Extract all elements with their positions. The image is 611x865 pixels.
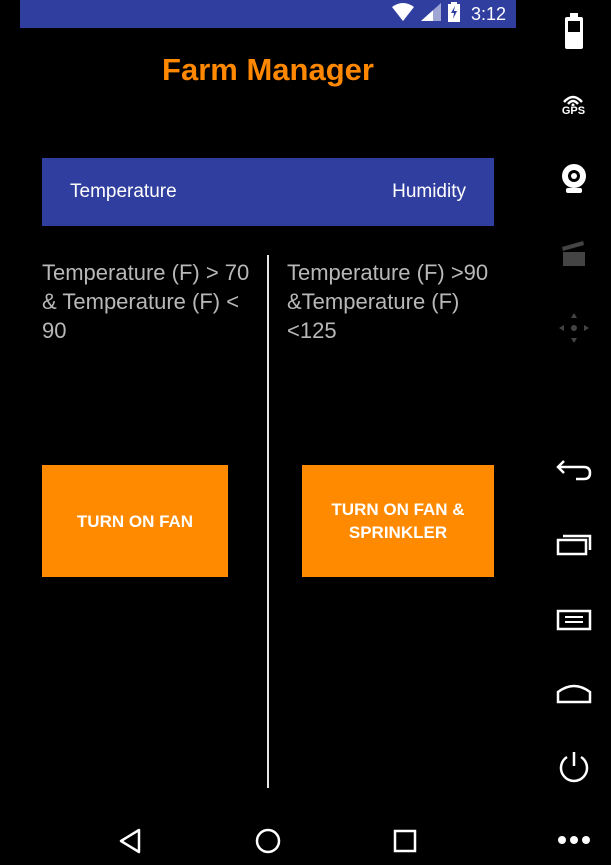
tab-temperature[interactable]: Temperature: [70, 158, 177, 226]
dpad-icon[interactable]: [536, 303, 611, 353]
turn-on-fan-sprinkler-label: TURN ON FAN & SPRINKLER: [331, 500, 465, 542]
tab-header: Temperature Humidity: [42, 158, 494, 226]
status-icons: 3:12: [391, 0, 506, 28]
nav-recents-icon[interactable]: [385, 818, 425, 863]
gps-label: GPS: [561, 104, 586, 117]
column-divider: [267, 255, 269, 788]
gps-icon[interactable]: GPS: [536, 80, 611, 130]
recents-icon[interactable]: [536, 519, 611, 569]
navigation-bar: [0, 818, 530, 863]
turn-on-fan-label: TURN ON FAN: [76, 511, 194, 531]
humidity-rule-text: Temperature (F) >90 &Temperature (F) <12…: [287, 260, 489, 343]
turn-on-fan-sprinkler-button[interactable]: TURN ON FAN & SPRINKLER: [302, 465, 494, 577]
status-time: 3:12: [470, 3, 506, 24]
status-bar: 3:12: [20, 0, 516, 28]
more-icon[interactable]: [536, 815, 611, 865]
tab-humidity[interactable]: Humidity: [392, 158, 466, 226]
battery-icon[interactable]: [536, 6, 611, 56]
temperature-rule-text: Temperature (F) > 70 & Temperature (F) <…: [42, 260, 250, 343]
device-screen: 3:12 Farm Manager Temperature Humidity T…: [0, 0, 611, 863]
menu-icon[interactable]: [536, 594, 611, 644]
turn-on-fan-button[interactable]: TURN ON FAN: [42, 465, 228, 577]
back-icon[interactable]: [536, 444, 611, 494]
app-title: Farm Manager: [162, 52, 374, 87]
nav-home-icon[interactable]: [248, 818, 288, 863]
power-icon[interactable]: [536, 742, 611, 792]
video-icon[interactable]: [536, 228, 611, 278]
nav-back-icon[interactable]: [110, 818, 150, 863]
home-icon[interactable]: [536, 668, 611, 718]
battery-charging-icon: [447, 1, 460, 27]
emulator-side-toolbar: GPS: [536, 0, 611, 863]
wifi-icon: [391, 2, 414, 26]
camera-icon[interactable]: [536, 154, 611, 204]
signal-icon: [420, 2, 441, 26]
